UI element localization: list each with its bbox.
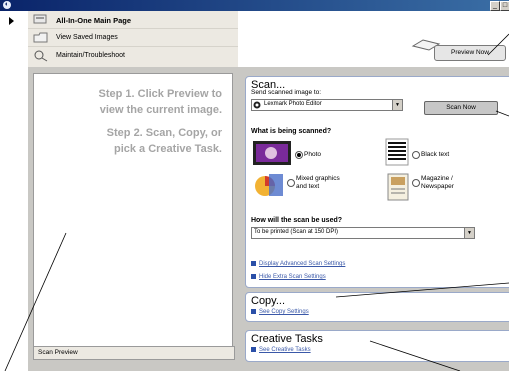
callout-lines: [4, 33, 509, 371]
